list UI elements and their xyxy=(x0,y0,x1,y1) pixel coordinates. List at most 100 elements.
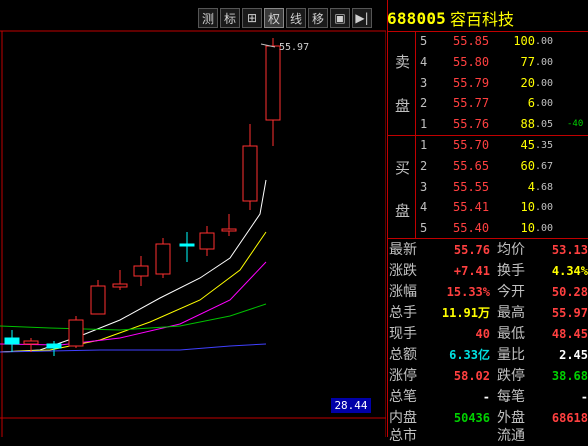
order-level-row[interactable]: 5 55.40 10.00 xyxy=(387,218,588,239)
order-volume-change: -40 xyxy=(567,119,584,130)
play-end-button[interactable]: ▶| xyxy=(352,8,372,28)
grid-button[interactable]: ⊞ xyxy=(242,8,262,28)
stat-label: 现手 xyxy=(389,326,417,342)
stat-label: 总额 xyxy=(389,347,417,363)
order-volume-decimal: .00 xyxy=(535,223,554,235)
stat-value: 55.76 xyxy=(453,243,490,257)
stat-value: +7.41 xyxy=(453,264,490,278)
divider xyxy=(387,238,588,239)
moving-average-line xyxy=(0,303,267,331)
candle-body xyxy=(179,243,195,247)
chart-toolbar: 测 标 ⊞ 权 线 移 ▣ ▶| xyxy=(198,8,372,30)
order-volume: 45 xyxy=(520,138,535,152)
mark-button[interactable]: 标 xyxy=(220,8,240,28)
moving-average-line xyxy=(0,343,267,353)
stat-label: 最高 xyxy=(497,305,525,321)
order-level-number: 4 xyxy=(420,54,428,69)
order-level-row[interactable]: 1 55.76 88.05 -40 xyxy=(387,114,588,135)
candle-body xyxy=(46,343,62,349)
order-level-row[interactable]: 3 55.55 4.68 xyxy=(387,177,588,198)
stat-value: 50436 xyxy=(453,411,490,425)
order-level-number: 5 xyxy=(420,34,428,48)
order-volume-decimal: .05 xyxy=(535,119,554,131)
stock-title: 688005 容百科技 xyxy=(387,6,514,30)
order-level-number: 2 xyxy=(420,158,428,173)
stat-value: 11.91万 xyxy=(441,306,490,320)
candle-body xyxy=(4,337,20,345)
order-level-number: 4 xyxy=(420,200,428,215)
order-volume: 88 xyxy=(520,117,535,132)
order-volume-decimal: .00 xyxy=(535,36,554,47)
order-level-number: 3 xyxy=(420,75,428,90)
stat-label: 涨幅 xyxy=(389,284,417,300)
order-volume: 10 xyxy=(520,200,535,215)
order-level-row[interactable]: 4 55.80 77.00 xyxy=(387,52,588,73)
order-level-row[interactable]: 4 55.41 10.00 xyxy=(387,197,588,218)
stat-value: 50.28 xyxy=(551,285,588,299)
order-volume-decimal: .00 xyxy=(535,202,554,214)
order-volume-decimal: .00 xyxy=(535,77,554,89)
order-volume-decimal: .67 xyxy=(535,160,554,172)
cursor-price-badge: 28.44 xyxy=(331,398,371,413)
stat-label: 总笔 xyxy=(389,389,417,405)
stat-value: 38.68 xyxy=(551,369,588,383)
order-level-row[interactable]: 1 55.70 45.35 xyxy=(387,135,588,156)
order-level-row[interactable]: 2 55.77 6.00 xyxy=(387,93,588,114)
stat-label: 最低 xyxy=(497,326,525,342)
stat-value: - xyxy=(580,390,588,404)
kline-canvas[interactable]: 55.97 xyxy=(0,0,386,437)
candle-body xyxy=(133,265,149,277)
order-price: 55.85 xyxy=(453,34,490,48)
candle-body xyxy=(199,232,215,250)
window-button[interactable]: ▣ xyxy=(330,8,350,28)
order-price: 55.40 xyxy=(453,221,490,236)
stat-value: 58.02 xyxy=(453,369,490,383)
order-volume: 100 xyxy=(513,34,535,48)
order-volume-decimal: .35 xyxy=(535,140,554,151)
candle-body xyxy=(90,285,106,315)
stat-label: 量比 xyxy=(497,347,525,363)
moving-average-line xyxy=(0,261,267,346)
candle-body xyxy=(242,145,258,202)
stat-label: 外盘 xyxy=(497,410,525,426)
stat-value: 6.33亿 xyxy=(449,348,490,362)
order-level-number: 1 xyxy=(420,117,428,132)
order-level-number: 5 xyxy=(420,221,428,236)
moving-average-line xyxy=(0,231,267,353)
kline-chart[interactable]: 55.97 测 标 ⊞ 权 线 移 ▣ ▶| 28.44 xyxy=(0,0,386,437)
stat-label: 今开 xyxy=(497,284,525,300)
order-level-number: 1 xyxy=(420,138,428,152)
stat-label: 总市 xyxy=(389,428,417,444)
moving-average-lines xyxy=(0,179,267,353)
stat-value: 15.33% xyxy=(446,285,490,299)
candle-body xyxy=(68,319,84,347)
measure-button[interactable]: 测 xyxy=(198,8,218,28)
order-level-row[interactable]: 3 55.79 20.00 xyxy=(387,73,588,94)
order-level-number: 3 xyxy=(420,179,428,194)
order-level-row[interactable]: 5 55.85 100.00 xyxy=(387,31,588,52)
order-volume-decimal: .68 xyxy=(535,181,554,193)
order-volume-decimal: .00 xyxy=(535,56,554,68)
order-volume: 60 xyxy=(520,158,535,173)
order-price: 55.65 xyxy=(453,158,490,173)
stat-label: 总手 xyxy=(389,305,417,321)
order-price: 55.41 xyxy=(453,200,490,215)
order-volume-decimal: .00 xyxy=(535,98,554,110)
order-level-row[interactable]: 2 55.65 60.67 xyxy=(387,156,588,177)
order-price: 55.76 xyxy=(453,117,490,132)
move-button[interactable]: 移 xyxy=(308,8,328,28)
order-volume: 20 xyxy=(520,75,535,90)
stat-value: 2.45 xyxy=(559,348,588,362)
order-level-number: 2 xyxy=(420,96,428,111)
rights-button[interactable]: 权 xyxy=(264,8,284,28)
stock-name: 容百科技 xyxy=(450,10,515,29)
stat-value: 48.45 xyxy=(551,327,588,341)
stat-label: 涨跌 xyxy=(389,263,417,279)
candle-body xyxy=(265,45,281,121)
order-price: 55.77 xyxy=(453,96,490,111)
stat-label: 每笔 xyxy=(497,389,525,405)
order-volume: 77 xyxy=(520,54,535,69)
line-button[interactable]: 线 xyxy=(286,8,306,28)
stat-value: 40 xyxy=(475,327,490,341)
order-price: 55.70 xyxy=(453,138,490,152)
